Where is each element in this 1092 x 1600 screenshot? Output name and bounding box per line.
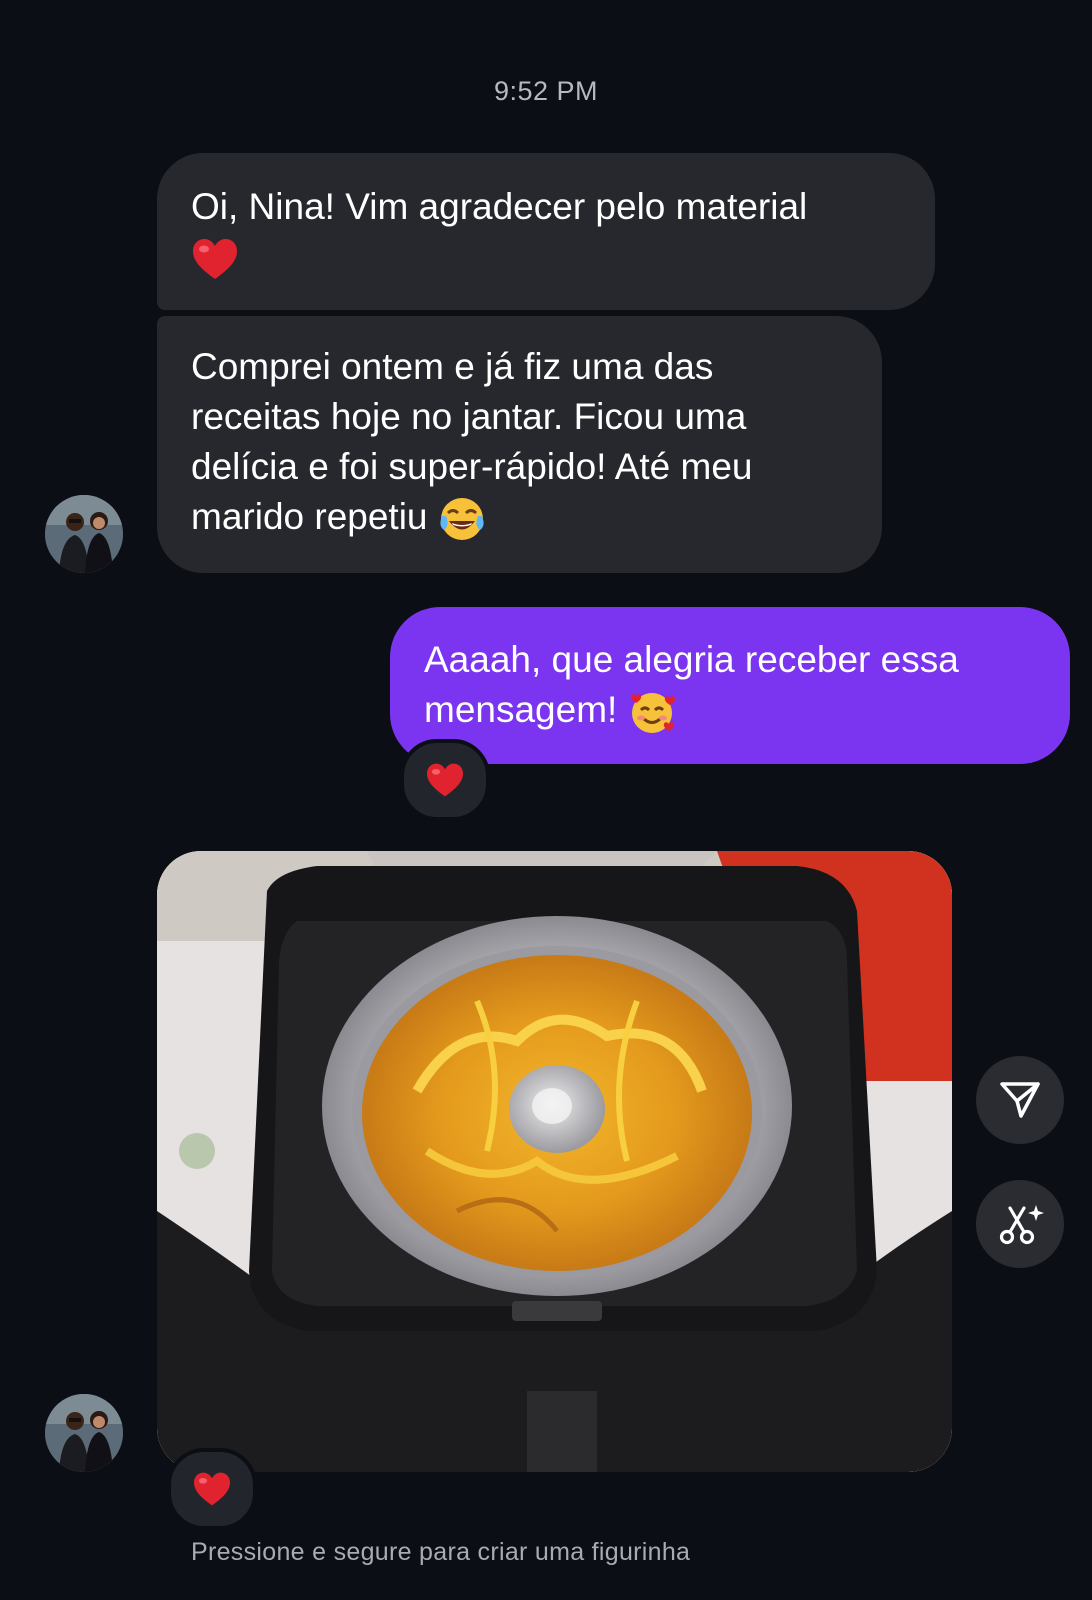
red-heart-icon [427,763,463,797]
laughing-tears-emoji [438,496,486,542]
red-heart-icon [194,1472,230,1506]
message-text: Aaaah, que alegria receber essa mensagem… [424,639,959,730]
outgoing-message-bubble[interactable]: Aaaah, que alegria receber essa mensagem… [390,607,1070,764]
sticker-hint-text: Pressione e segure para criar uma figuri… [191,1538,691,1566]
incoming-message-bubble[interactable]: Comprei ontem e já fiz uma das receitas … [157,316,882,573]
red-heart-emoji [191,237,239,281]
photo-reaction[interactable] [167,1448,257,1530]
photo-message-cake-in-air-fryer[interactable] [157,851,952,1472]
contact-avatar[interactable] [45,1394,123,1472]
scissors-sparkle-icon [999,1205,1044,1245]
contact-avatar[interactable] [45,495,123,573]
message-text: Oi, Nina! Vim agradecer pelo material [191,186,808,227]
smiling-face-with-hearts-emoji [628,688,678,736]
share-button[interactable] [976,1056,1064,1144]
create-sticker-button[interactable] [976,1180,1064,1268]
incoming-message-bubble[interactable]: Oi, Nina! Vim agradecer pelo material [157,153,935,310]
send-icon [1000,1082,1040,1118]
message-reaction[interactable] [400,739,490,821]
message-timestamp: 9:52 PM [493,76,599,106]
